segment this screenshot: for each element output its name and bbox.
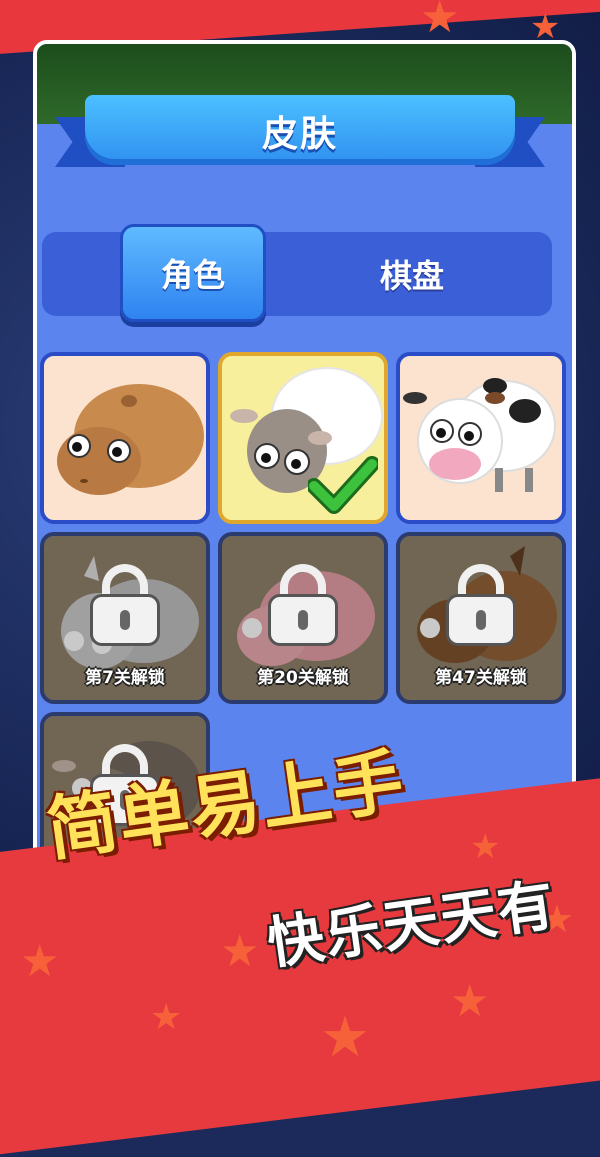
- star-icon: ★: [530, 7, 561, 47]
- unlock-label: 第20关解锁: [257, 668, 349, 688]
- unlock-label: 第47关解锁: [435, 668, 527, 688]
- skin-card-horse[interactable]: 第47关解锁: [396, 532, 566, 704]
- unlock-label: 第7关解锁: [85, 668, 165, 688]
- page-title: 皮肤: [261, 114, 338, 155]
- star-icon: ★: [320, 1005, 371, 1070]
- star-icon: ★: [150, 997, 183, 1038]
- skin-card-goat[interactable]: 第7关解锁: [40, 532, 210, 704]
- skin-card-pig[interactable]: 第20关解锁: [218, 532, 388, 704]
- star-icon: ★: [450, 976, 490, 1027]
- lock-icon: [90, 564, 160, 646]
- capybara-icon: [57, 384, 204, 495]
- tab-bar: 角色 棋盘: [42, 224, 552, 322]
- star-icon: ★: [420, 0, 460, 43]
- star-icon: ★: [220, 926, 260, 977]
- lock-icon: [268, 564, 338, 646]
- skin-card-cow[interactable]: [396, 352, 566, 524]
- star-icon: ★: [470, 827, 501, 867]
- title-ribbon: 皮肤: [55, 95, 545, 173]
- skin-card-capybara[interactable]: [40, 352, 210, 524]
- lock-icon: [446, 564, 516, 646]
- cow-icon: [403, 378, 556, 492]
- tab-character[interactable]: 角色: [120, 224, 266, 322]
- star-icon: ★: [20, 936, 60, 987]
- checkmark-icon: [308, 456, 378, 514]
- tab-board[interactable]: 棋盘: [342, 232, 482, 316]
- skin-card-sheep[interactable]: [218, 352, 388, 524]
